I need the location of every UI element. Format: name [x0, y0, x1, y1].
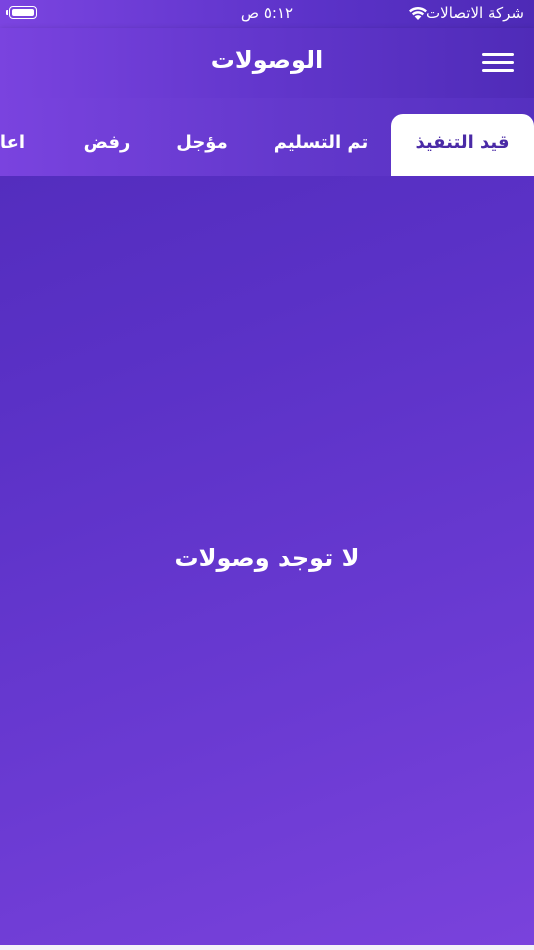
app-header: الوصولات [0, 28, 534, 98]
tab-rejected[interactable]: رفض [72, 114, 142, 176]
tab-postponed[interactable]: مؤجل [162, 114, 242, 176]
wifi-icon [409, 6, 427, 20]
empty-state-message: لا توجد وصولات [174, 544, 360, 572]
tab-returned[interactable]: اعادة [0, 114, 50, 176]
hamburger-menu-icon[interactable] [482, 51, 514, 75]
tab-delivered[interactable]: تم التسليم [262, 114, 380, 176]
status-tabs: قيد التنفيذ تم التسليم مؤجل رفض اعادة [0, 98, 534, 176]
page-title: الوصولات [210, 46, 324, 74]
tab-in-progress[interactable]: قيد التنفيذ [391, 114, 534, 176]
carrier-name: شركة الاتصالات [426, 4, 524, 22]
bottom-edge [0, 945, 534, 950]
status-bar: ٥:١٢ ص شركة الاتصالات [0, 0, 534, 28]
